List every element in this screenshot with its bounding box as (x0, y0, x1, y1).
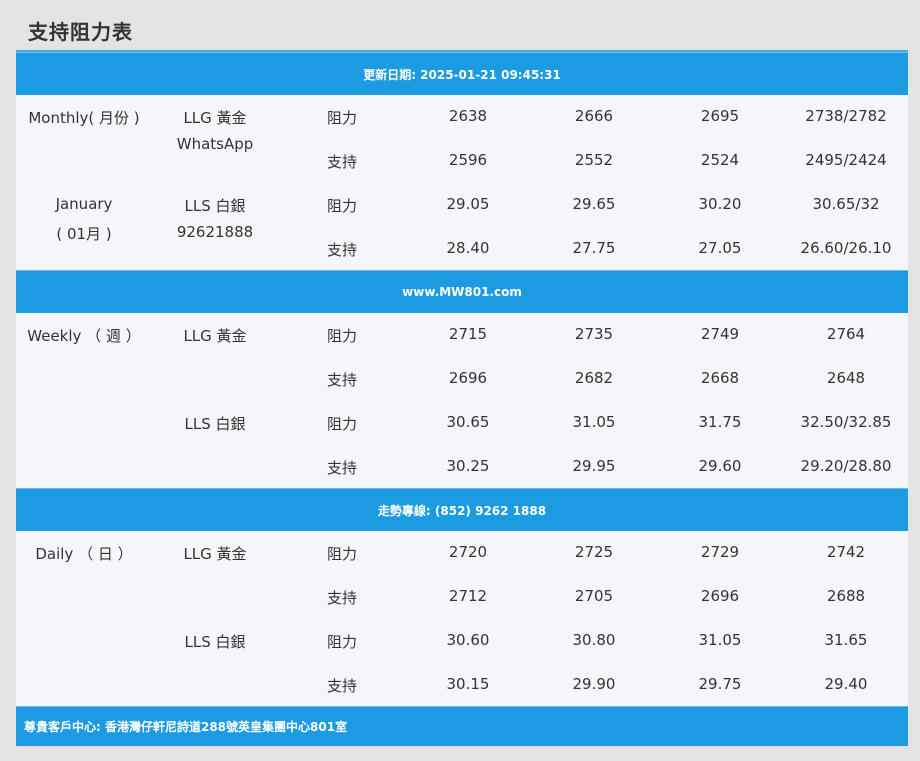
monthly-row-1-type: 支持 (326, 153, 357, 171)
hotline-banner: 走勢專線: (852) 9262 1888 (16, 488, 908, 531)
daily-row-3-value-0: 30.15 (446, 675, 490, 693)
monthly-row-0-type: 阻力 (326, 109, 357, 127)
monthly-row-0-value-1: 2666 (574, 107, 614, 125)
weekly-row-0-type: 阻力 (326, 327, 357, 345)
daily-row-2-value-3: 31.65 (824, 631, 868, 649)
weekly-row-2-value-1: 31.05 (572, 413, 616, 431)
daily-row-0-value-3: 2742 (826, 543, 866, 561)
monthly-row-1-value-3: 2495/2424 (805, 151, 887, 169)
daily-row-1-value-0: 2712 (448, 587, 488, 605)
weekly-silver-symbol: LLS 白銀 (184, 415, 246, 433)
daily-row-0-value-1: 2725 (574, 543, 614, 561)
daily-row-0-value-2: 2729 (700, 543, 740, 561)
weekly-row-2-value-2: 31.75 (698, 413, 742, 431)
monthly-row-3-value-2: 27.05 (698, 239, 742, 257)
monthly-period-label: Monthly( 月份 ) (28, 109, 140, 127)
daily-row-2-value-1: 30.80 (572, 631, 616, 649)
monthly-row-2-value-1: 29.65 (572, 195, 616, 213)
weekly-row-0-value-0: 2715 (448, 325, 488, 343)
website-banner: www.MW801.com (16, 270, 908, 313)
monthly-row-3-value-1: 27.75 (572, 239, 616, 257)
monthly-row-1-value-1: 2552 (574, 151, 614, 169)
monthly-row-1-value-2: 2524 (700, 151, 740, 169)
monthly-row-2-value-3: 30.65/32 (812, 195, 880, 213)
support-resistance-table: 更新日期: 2025-01-21 09:45:31 Monthly( 月份 ) … (16, 50, 908, 746)
daily-row-2-value-2: 31.05 (698, 631, 742, 649)
weekly-row-2-value-3: 32.50/32.85 (800, 413, 892, 431)
daily-row-1-value-2: 2696 (700, 587, 740, 605)
weekly-period-label: Weekly （ 週 ） (27, 327, 141, 345)
monthly-gold-symbol: LLG 黃金 (183, 109, 247, 127)
monthly-row-0-value-3: 2738/2782 (805, 107, 887, 125)
address-banner: 尊貴客戶中心: 香港灣仔軒尼詩道288號英皇集團中心801室 (16, 706, 908, 746)
weekly-row-1-value-0: 2696 (448, 369, 488, 387)
weekly-row-3-value-2: 29.60 (698, 457, 742, 475)
monthly-row-2-value-0: 29.05 (446, 195, 490, 213)
page-title: 支持阻力表 (28, 20, 133, 44)
weekly-row-3-value-0: 30.25 (446, 457, 490, 475)
monthly-row-3-value-3: 26.60/26.10 (800, 239, 892, 257)
weekly-row-0-value-2: 2749 (700, 325, 740, 343)
weekly-row-0-value-3: 2764 (826, 325, 866, 343)
weekly-row-1-value-1: 2682 (574, 369, 614, 387)
daily-row-3-value-1: 29.90 (572, 675, 616, 693)
daily-period-label: Daily （ 日 ） (35, 545, 133, 563)
daily-row-3-type: 支持 (326, 677, 357, 695)
monthly-row-3-value-0: 28.40 (446, 239, 490, 257)
weekly-row-1-value-3: 2648 (826, 369, 866, 387)
weekly-row-1-type: 支持 (326, 371, 357, 389)
monthly-silver-symbol: LLS 白銀 (184, 197, 246, 215)
daily-row-0-value-0: 2720 (448, 543, 488, 561)
daily-row-1-type: 支持 (326, 589, 357, 607)
monthly-row-3-type: 支持 (326, 241, 357, 259)
weekly-row-1-value-2: 2668 (700, 369, 740, 387)
weekly-row-3-type: 支持 (326, 459, 357, 477)
weekly-row-2-value-0: 30.65 (446, 413, 490, 431)
daily-row-3-value-3: 29.40 (824, 675, 868, 693)
monthly-whatsapp-label: WhatsApp (176, 135, 254, 153)
daily-row-0-type: 阻力 (326, 545, 357, 563)
weekly-row-3-value-1: 29.95 (572, 457, 616, 475)
daily-row-3-value-2: 29.75 (698, 675, 742, 693)
daily-row-1-value-1: 2705 (574, 587, 614, 605)
daily-gold-symbol: LLG 黃金 (183, 545, 247, 563)
weekly-gold-symbol: LLG 黃金 (183, 327, 247, 345)
update-date-banner: 更新日期: 2025-01-21 09:45:31 (16, 52, 908, 95)
daily-row-2-type: 阻力 (326, 633, 357, 651)
daily-row-1-value-3: 2688 (826, 587, 866, 605)
monthly-row-0-value-0: 2638 (448, 107, 488, 125)
daily-row-2-value-0: 30.60 (446, 631, 490, 649)
daily-silver-symbol: LLS 白銀 (184, 633, 246, 651)
monthly-row-2-value-2: 30.20 (698, 195, 742, 213)
monthly-row-0-value-2: 2695 (700, 107, 740, 125)
weekly-row-0-value-1: 2735 (574, 325, 614, 343)
monthly-row-2-type: 阻力 (326, 197, 357, 215)
monthly-row-1-value-0: 2596 (448, 151, 488, 169)
monthly-month-label: January (55, 195, 113, 213)
monthly-month-number: ( 01月 ) (56, 225, 112, 243)
monthly-phone-number: 92621888 (176, 223, 254, 241)
weekly-row-2-type: 阻力 (326, 415, 357, 433)
weekly-row-3-value-3: 29.20/28.80 (800, 457, 892, 475)
